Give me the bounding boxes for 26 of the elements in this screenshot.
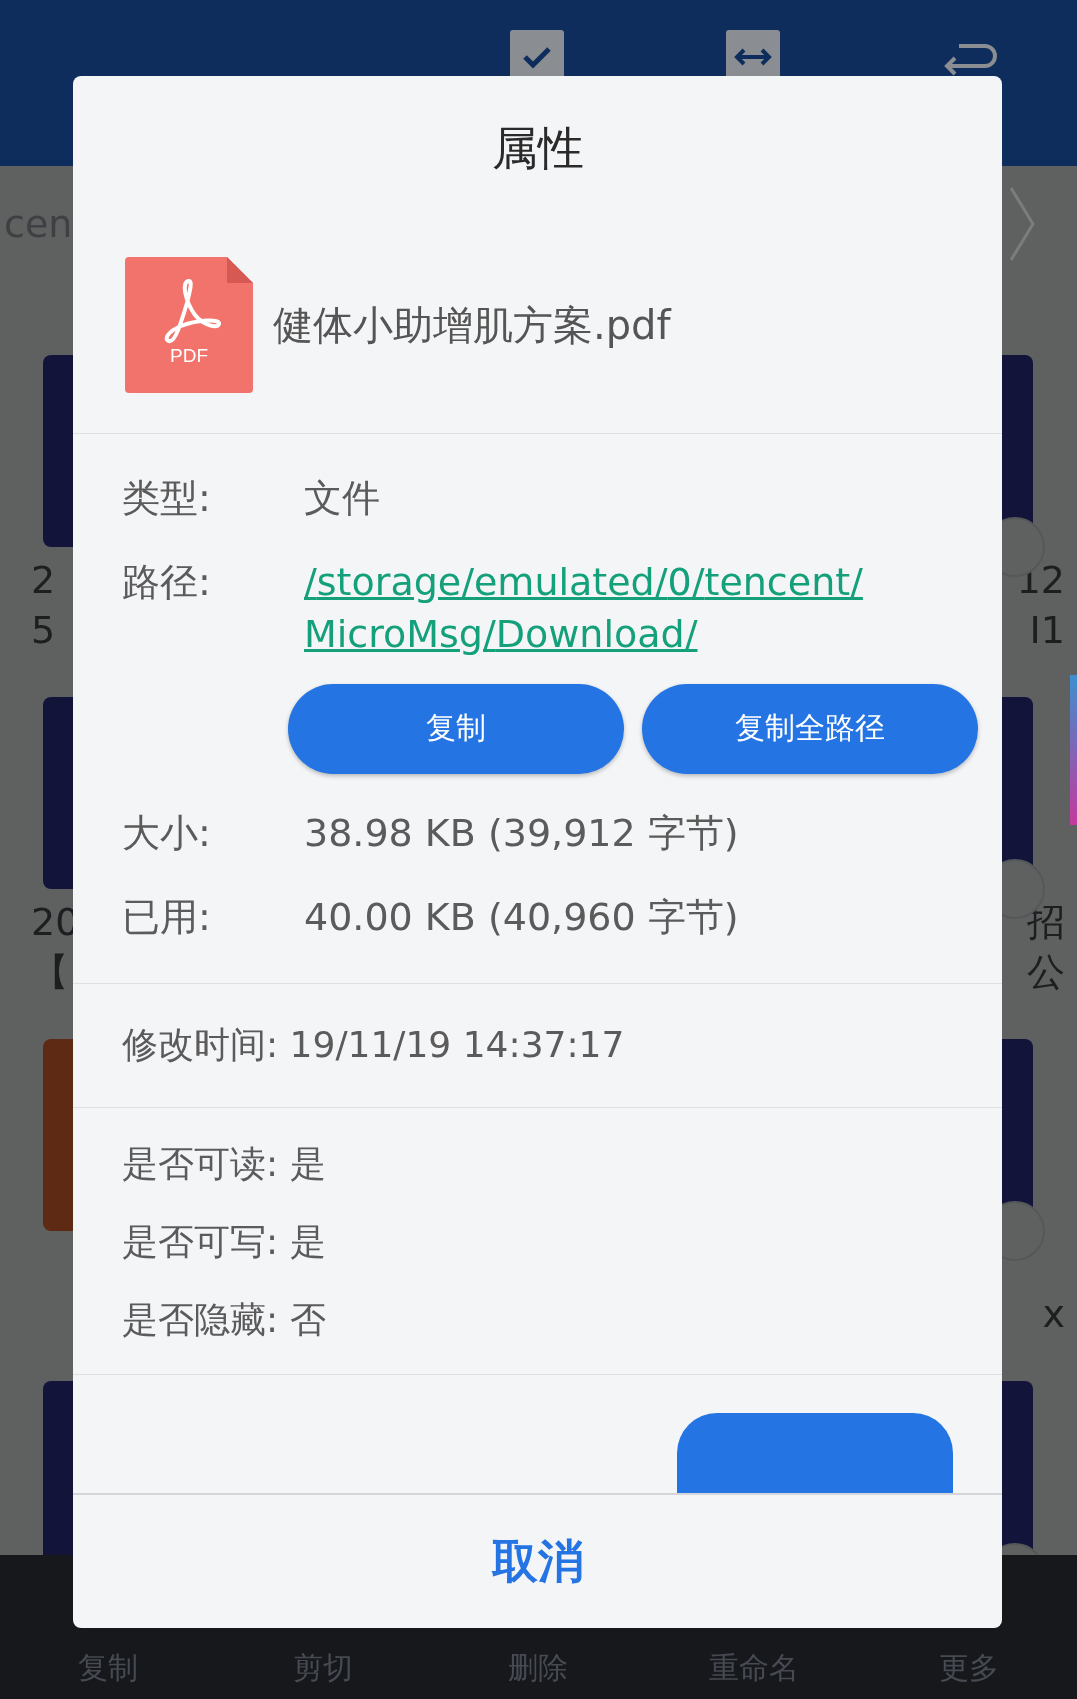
property-value: 38.98 KB (39,912 字节) [304, 809, 739, 857]
property-value: 40.00 KB (40,960 字节) [304, 893, 739, 941]
property-value: 文件 [304, 474, 380, 522]
modified-time: 修改时间: 19/11/19 14:37:17 [122, 1022, 625, 1067]
pdf-label: PDF [169, 345, 209, 368]
permission-row-text: 是否可写: 是 [122, 1220, 327, 1264]
property-label: 已用: [122, 893, 212, 941]
permission-row-text: 是否可读: 是 [122, 1142, 327, 1186]
checksum-button[interactable] [677, 1413, 953, 1493]
copy-button[interactable]: 复制 [288, 683, 624, 774]
file-name-fragment: x [1042, 1291, 1065, 1338]
permission-row-text: 是否隐藏: 否 [122, 1298, 327, 1342]
file-name-fragment: 5 [31, 607, 56, 654]
property-label: 路径: [122, 558, 212, 606]
file-name-fragment: 【 [31, 949, 69, 996]
path-link[interactable]: /storage/emulated/0/tencent/MicroMsg/Download/ [304, 555, 944, 660]
file-name-fragment: 公 [1027, 949, 1065, 996]
copy-button[interactable]: 复制全路径 [642, 683, 978, 774]
pdf-file-icon [125, 257, 253, 394]
file-name-fragment: 2 [31, 557, 56, 604]
property-label: 大小: [122, 809, 212, 857]
property-label: 类型: [122, 474, 212, 522]
file-name-fragment: I1 [1029, 607, 1065, 654]
cancel-button[interactable]: 取消 [471, 1524, 604, 1599]
file-name: 健体小助增肌方案.pdf [273, 300, 671, 350]
dialog-title: 属性 [491, 120, 584, 177]
